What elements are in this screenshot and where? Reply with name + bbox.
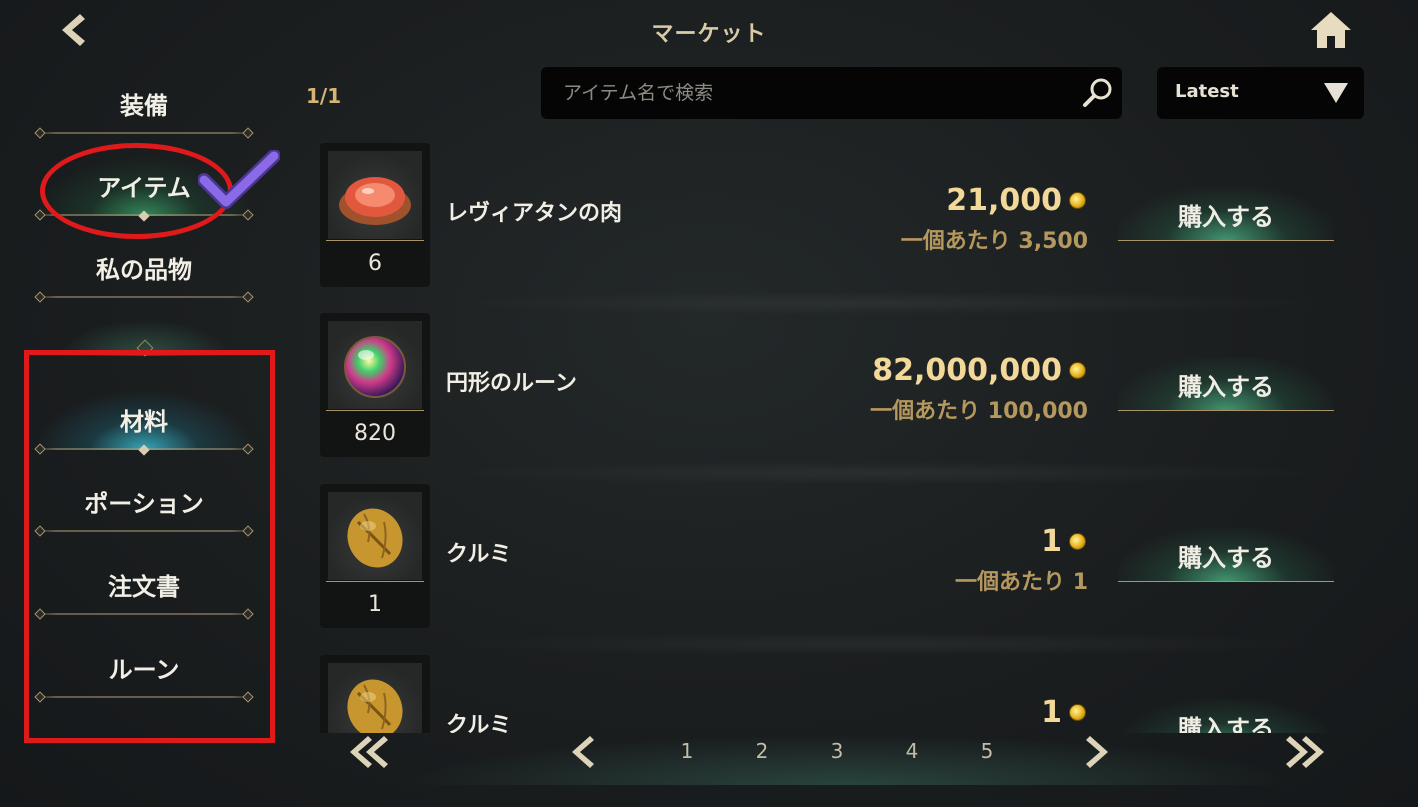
item-name: クルミ: [446, 542, 512, 567]
divider: [326, 410, 424, 411]
item-price: 82,000,000: [872, 353, 1062, 388]
unit-price: 一個あたり 3,500: [900, 229, 1088, 254]
item-name: クルミ: [446, 713, 512, 733]
row-divider: [436, 461, 1336, 485]
row-divider: [436, 632, 1336, 656]
buy-button[interactable]: 購入する: [1118, 699, 1334, 733]
meat-icon: [339, 177, 411, 225]
prev-page-button[interactable]: [560, 734, 604, 770]
last-page-button[interactable]: [1284, 734, 1328, 770]
page-number[interactable]: 2: [747, 739, 777, 763]
rune-orb-icon: [344, 336, 406, 398]
divider: [326, 581, 424, 582]
gold-coin-icon: [1069, 704, 1086, 721]
row-divider: [436, 291, 1336, 315]
page-number[interactable]: 4: [897, 739, 927, 763]
item-price: 1: [1041, 695, 1062, 730]
gold-coin-icon: [1069, 192, 1086, 209]
buy-label: 購入する: [1178, 715, 1274, 733]
buy-button[interactable]: 購入する: [1118, 357, 1334, 411]
list-item: 820 円形のルーン 82,000,000 一個あたり 100,000 購入する: [320, 313, 1340, 459]
chevron-left-icon: [572, 736, 594, 768]
list-item: 1 クルミ 1 一個あたり 1 購入する: [320, 484, 1340, 630]
item-name: レヴィアタンの肉: [446, 201, 623, 226]
item-thumbnail[interactable]: 6: [320, 143, 430, 287]
page-number[interactable]: 3: [822, 739, 852, 763]
first-page-button[interactable]: [346, 734, 390, 770]
item-price: 1: [1041, 524, 1062, 559]
item-thumbnail[interactable]: [320, 655, 430, 733]
double-chevron-right-icon: [1286, 736, 1324, 768]
item-thumbnail[interactable]: 820: [320, 313, 430, 457]
item-thumbnail[interactable]: 1: [320, 484, 430, 628]
buy-button[interactable]: 購入する: [1118, 187, 1334, 241]
next-page-button[interactable]: [1076, 734, 1120, 770]
double-chevron-left-icon: [350, 736, 388, 768]
item-quantity: 820: [354, 421, 396, 446]
item-list: 6 レヴィアタンの肉 21,000 一個あたり 3,500 購入する 820 円…: [0, 0, 1418, 733]
chevron-right-icon: [1086, 736, 1108, 768]
unit-price: 一個あたり 100,000: [870, 399, 1088, 424]
list-item: クルミ 1 購入する: [320, 655, 1340, 733]
buy-label: 購入する: [1178, 544, 1274, 572]
walnut-icon: [347, 679, 403, 733]
item-quantity: 1: [368, 592, 382, 617]
page-number[interactable]: 1: [672, 739, 702, 763]
walnut-icon: [347, 508, 403, 568]
buy-button[interactable]: 購入する: [1118, 528, 1334, 582]
gold-coin-icon: [1069, 362, 1086, 379]
gold-coin-icon: [1069, 533, 1086, 550]
item-price: 21,000: [946, 183, 1062, 218]
item-name: 円形のルーン: [446, 371, 577, 396]
item-quantity: 6: [368, 251, 382, 276]
page-number[interactable]: 5: [972, 739, 1002, 763]
buy-label: 購入する: [1178, 373, 1274, 401]
buy-label: 購入する: [1178, 203, 1274, 231]
list-item: 6 レヴィアタンの肉 21,000 一個あたり 3,500 購入する: [320, 143, 1340, 289]
divider: [326, 240, 424, 241]
unit-price: 一個あたり 1: [955, 570, 1088, 595]
